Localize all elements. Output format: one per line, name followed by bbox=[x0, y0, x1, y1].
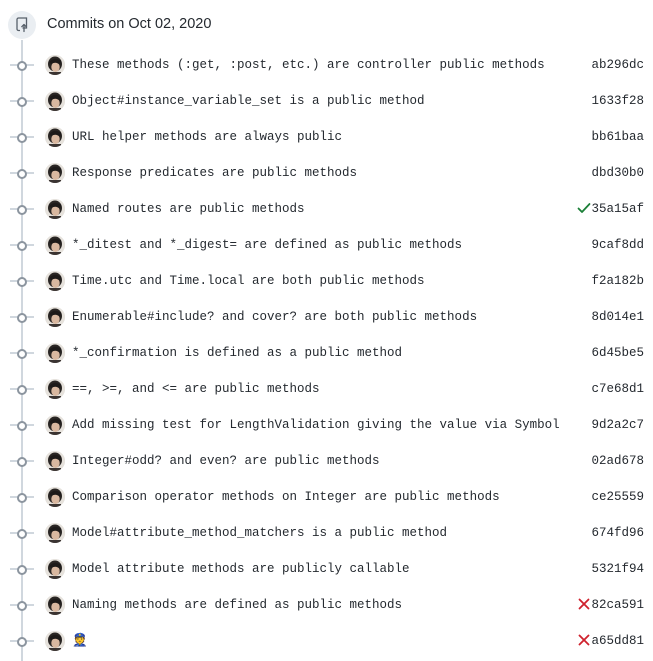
commit-message-link[interactable]: Named routes are public methods bbox=[72, 200, 305, 218]
commit-node-icon bbox=[17, 637, 27, 647]
avatar[interactable] bbox=[45, 235, 65, 255]
avatar[interactable] bbox=[45, 595, 65, 615]
avatar[interactable] bbox=[45, 199, 65, 219]
commit-message-link[interactable]: Comparison operator methods on Integer a… bbox=[72, 488, 500, 506]
avatar[interactable] bbox=[45, 451, 65, 471]
commit-sha-link[interactable]: 674fd96 bbox=[591, 524, 644, 542]
commit-node-icon bbox=[17, 493, 27, 503]
commit-message-link[interactable]: Naming methods are defined as public met… bbox=[72, 596, 402, 614]
commit-node-icon bbox=[17, 529, 27, 539]
commit-sha-link[interactable]: 1633f28 bbox=[591, 92, 644, 110]
commit-sha-link[interactable]: 02ad678 bbox=[591, 452, 644, 470]
commit-node-icon bbox=[17, 133, 27, 143]
avatar[interactable] bbox=[45, 343, 65, 363]
commit-sha-link[interactable]: 9caf8dd bbox=[591, 236, 644, 254]
commit-group-title: Commits on Oct 02, 2020 bbox=[47, 16, 212, 32]
commit-row[interactable]: Comparison operator methods on Integer a… bbox=[0, 479, 653, 515]
commit-message-link[interactable]: Response predicates are public methods bbox=[72, 164, 357, 182]
commit-message-link[interactable]: These methods (:get, :post, etc.) are co… bbox=[72, 56, 545, 74]
commit-row[interactable]: Model attribute methods are publicly cal… bbox=[0, 551, 653, 587]
avatar[interactable] bbox=[45, 523, 65, 543]
commit-sha-link[interactable]: 9d2a2c7 bbox=[591, 416, 644, 434]
commit-message-link[interactable]: Enumerable#include? and cover? are both … bbox=[72, 308, 477, 326]
commit-node-icon bbox=[17, 97, 27, 107]
check-icon[interactable] bbox=[577, 201, 591, 215]
avatar[interactable] bbox=[45, 631, 65, 651]
commit-sha-link[interactable]: ce25559 bbox=[591, 488, 644, 506]
commit-row[interactable]: URL helper methods are always public bb61… bbox=[0, 119, 653, 155]
commit-message-link[interactable]: URL helper methods are always public bbox=[72, 128, 342, 146]
commit-message-link[interactable]: ==, >=, and <= are public methods bbox=[72, 380, 320, 398]
commit-row[interactable]: Response predicates are public methods db… bbox=[0, 155, 653, 191]
commit-sha-link[interactable]: 6d45be5 bbox=[591, 344, 644, 362]
commit-message-link[interactable]: *_ditest and *_digest= are defined as pu… bbox=[72, 236, 462, 254]
commit-group-header: Commits on Oct 02, 2020 bbox=[0, 0, 653, 48]
commit-message-link[interactable]: Integer#odd? and even? are public method… bbox=[72, 452, 380, 470]
commit-node-icon bbox=[17, 421, 27, 431]
commit-node-icon bbox=[17, 349, 27, 359]
commit-row[interactable]: Add missing test for LengthValidation gi… bbox=[0, 407, 653, 443]
commit-row[interactable]: 👮 a65dd81 bbox=[0, 623, 653, 659]
commit-row[interactable]: Object#instance_variable_set is a public… bbox=[0, 83, 653, 119]
avatar[interactable] bbox=[45, 271, 65, 291]
commit-node-icon bbox=[17, 61, 27, 71]
commit-message-link[interactable]: 👮 bbox=[72, 632, 88, 650]
commit-sha-link[interactable]: 82ca591 bbox=[591, 596, 644, 614]
avatar[interactable] bbox=[45, 415, 65, 435]
commit-row[interactable]: Enumerable#include? and cover? are both … bbox=[0, 299, 653, 335]
avatar[interactable] bbox=[45, 379, 65, 399]
avatar[interactable] bbox=[45, 307, 65, 327]
commit-row[interactable]: Integer#odd? and even? are public method… bbox=[0, 443, 653, 479]
avatar[interactable] bbox=[45, 91, 65, 111]
commit-row[interactable]: ==, >=, and <= are public methods c7e68d1 bbox=[0, 371, 653, 407]
commit-sha-link[interactable]: bb61baa bbox=[591, 128, 644, 146]
commit-sha-link[interactable]: 5321f94 bbox=[591, 560, 644, 578]
commit-row[interactable]: *_confirmation is defined as a public me… bbox=[0, 335, 653, 371]
commit-sha-link[interactable]: a65dd81 bbox=[591, 632, 644, 650]
commit-node-icon bbox=[17, 277, 27, 287]
commit-message-link[interactable]: Object#instance_variable_set is a public… bbox=[72, 92, 425, 110]
avatar[interactable] bbox=[45, 127, 65, 147]
commit-list: These methods (:get, :post, etc.) are co… bbox=[0, 47, 653, 659]
commit-row[interactable]: *_ditest and *_digest= are defined as pu… bbox=[0, 227, 653, 263]
commit-node-icon bbox=[17, 385, 27, 395]
commit-message-link[interactable]: Add missing test for LengthValidation gi… bbox=[72, 416, 560, 434]
avatar[interactable] bbox=[45, 163, 65, 183]
commit-node-icon bbox=[17, 457, 27, 467]
avatar[interactable] bbox=[45, 487, 65, 507]
commit-sha-link[interactable]: f2a182b bbox=[591, 272, 644, 290]
repo-push-icon bbox=[8, 11, 36, 39]
x-icon[interactable] bbox=[577, 597, 591, 611]
commit-row[interactable]: Named routes are public methods 35a15af bbox=[0, 191, 653, 227]
commit-node-icon bbox=[17, 169, 27, 179]
avatar[interactable] bbox=[45, 559, 65, 579]
x-icon[interactable] bbox=[577, 633, 591, 647]
commit-row[interactable]: Naming methods are defined as public met… bbox=[0, 587, 653, 623]
commit-row[interactable]: Time.utc and Time.local are both public … bbox=[0, 263, 653, 299]
commit-message-link[interactable]: Time.utc and Time.local are both public … bbox=[72, 272, 425, 290]
commit-message-link[interactable]: Model attribute methods are publicly cal… bbox=[72, 560, 410, 578]
commit-message-link[interactable]: Model#attribute_method_matchers is a pub… bbox=[72, 524, 447, 542]
commit-sha-link[interactable]: c7e68d1 bbox=[591, 380, 644, 398]
avatar[interactable] bbox=[45, 55, 65, 75]
commit-node-icon bbox=[17, 601, 27, 611]
commit-row[interactable]: Model#attribute_method_matchers is a pub… bbox=[0, 515, 653, 551]
commit-sha-link[interactable]: dbd30b0 bbox=[591, 164, 644, 182]
commit-node-icon bbox=[17, 205, 27, 215]
commit-sha-link[interactable]: 35a15af bbox=[591, 200, 644, 218]
commit-message-link[interactable]: *_confirmation is defined as a public me… bbox=[72, 344, 402, 362]
commit-sha-link[interactable]: ab296dc bbox=[591, 56, 644, 74]
commit-node-icon bbox=[17, 241, 27, 251]
commit-row[interactable]: These methods (:get, :post, etc.) are co… bbox=[0, 47, 653, 83]
commit-sha-link[interactable]: 8d014e1 bbox=[591, 308, 644, 326]
commit-node-icon bbox=[17, 313, 27, 323]
commit-node-icon bbox=[17, 565, 27, 575]
